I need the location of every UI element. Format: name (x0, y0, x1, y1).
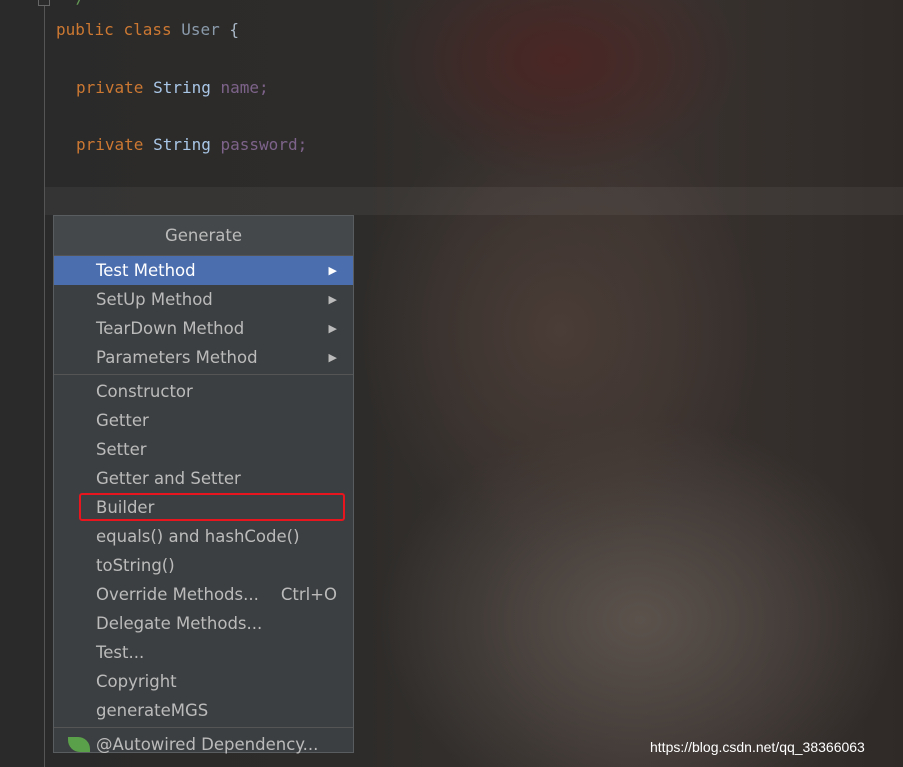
keyword: private (76, 78, 144, 97)
menu-item-generatemgs[interactable]: generateMGS (54, 696, 353, 725)
item-label: Test Method (96, 261, 196, 280)
comment-end: */ (66, 0, 85, 7)
item-label: Parameters Method (96, 348, 258, 367)
menu-item-copyright[interactable]: Copyright (54, 667, 353, 696)
separator (54, 374, 353, 375)
submenu-arrow-icon: ▶ (328, 293, 337, 306)
type: String (153, 78, 211, 97)
menu-item-setter[interactable]: Setter (54, 435, 353, 464)
submenu-arrow-icon: ▶ (328, 351, 337, 364)
brace: { (229, 20, 240, 39)
menu-item-override-methods[interactable]: Override Methods... Ctrl+O (54, 580, 353, 609)
code-line-name: private String name; (76, 78, 269, 97)
menu-title: Generate (54, 216, 353, 256)
menu-item-getter[interactable]: Getter (54, 406, 353, 435)
menu-item-test-method[interactable]: Test Method ▶ (54, 256, 353, 285)
code-line-class: public class User { (56, 20, 239, 39)
submenu-arrow-icon: ▶ (328, 264, 337, 277)
menu-item-teardown-method[interactable]: TearDown Method ▶ (54, 314, 353, 343)
field: name; (220, 78, 269, 97)
item-label: Override Methods... (96, 585, 259, 604)
keyword: public (56, 20, 114, 39)
current-line (45, 187, 903, 215)
menu-item-constructor[interactable]: Constructor (54, 377, 353, 406)
menu-item-setup-method[interactable]: SetUp Method ▶ (54, 285, 353, 314)
menu-item-test[interactable]: Test... (54, 638, 353, 667)
item-label: SetUp Method (96, 290, 213, 309)
menu-item-autowired-dependency[interactable]: @Autowired Dependency... (54, 730, 353, 759)
builder-highlight-box (79, 493, 345, 521)
keyword: class (123, 20, 172, 39)
menu-item-parameters-method[interactable]: Parameters Method ▶ (54, 343, 353, 372)
fold-icon[interactable] (38, 0, 50, 6)
spring-leaf-icon (68, 737, 90, 752)
separator (54, 727, 353, 728)
generate-menu: Generate Test Method ▶ SetUp Method ▶ Tear… (53, 215, 354, 754)
code-line-password: private String password; (76, 135, 307, 154)
type: String (153, 135, 211, 154)
menu-item-equals-hashcode[interactable]: equals() and hashCode() (54, 522, 353, 551)
shortcut: Ctrl+O (280, 585, 337, 604)
item-label: @Autowired Dependency... (96, 735, 319, 754)
menu-item-getter-and-setter[interactable]: Getter and Setter (54, 464, 353, 493)
item-label: TearDown Method (96, 319, 245, 338)
watermark: https://blog.csdn.net/qq_38366063 (650, 739, 865, 755)
field: password; (220, 135, 308, 154)
submenu-arrow-icon: ▶ (328, 322, 337, 335)
keyword: private (76, 135, 144, 154)
class-name: User (181, 20, 220, 39)
menu-item-tostring[interactable]: toString() (54, 551, 353, 580)
menu-item-delegate-methods[interactable]: Delegate Methods... (54, 609, 353, 638)
gutter-line (44, 0, 45, 767)
